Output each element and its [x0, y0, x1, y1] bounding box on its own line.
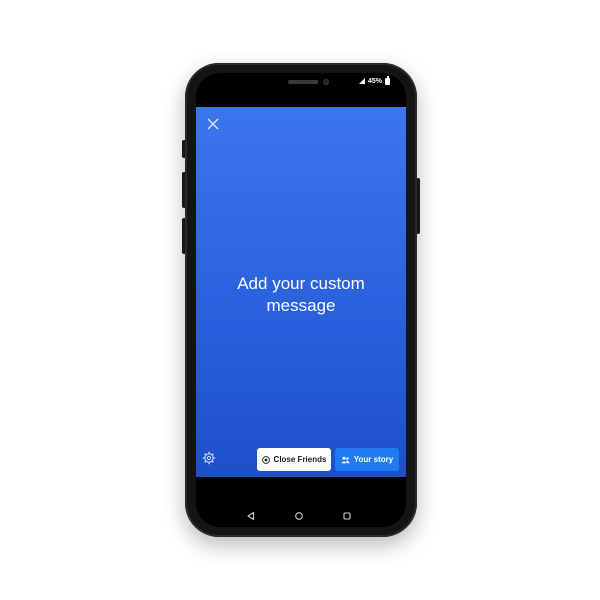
people-icon: [341, 456, 350, 463]
stage: 45% Add your custom message Close Friend…: [0, 0, 600, 600]
close-friends-button[interactable]: Close Friends: [257, 448, 331, 471]
speaker-grille: [288, 80, 318, 84]
navigation-bar: [196, 477, 406, 527]
battery-icon: [385, 76, 390, 85]
back-triangle-icon[interactable]: [246, 508, 256, 521]
signal-icon: [358, 78, 365, 84]
your-story-label: Your story: [353, 455, 394, 464]
home-circle-icon[interactable]: [294, 508, 304, 520]
phone-screen: 45% Add your custom message Close Friend…: [196, 73, 406, 527]
battery-percent: 45%: [367, 77, 382, 85]
close-friends-label: Close Friends: [273, 455, 327, 464]
story-composer: Add your custom message Close Friends Yo…: [196, 107, 406, 477]
status-bar: 45%: [358, 75, 390, 87]
close-icon[interactable]: [206, 117, 220, 131]
recents-square-icon[interactable]: [342, 508, 352, 520]
gear-icon[interactable]: [202, 451, 216, 465]
your-story-button[interactable]: Your story: [335, 448, 399, 471]
star-circle-icon: [261, 455, 270, 464]
front-camera: [323, 79, 329, 85]
custom-message-text[interactable]: Add your custom message: [196, 273, 406, 317]
